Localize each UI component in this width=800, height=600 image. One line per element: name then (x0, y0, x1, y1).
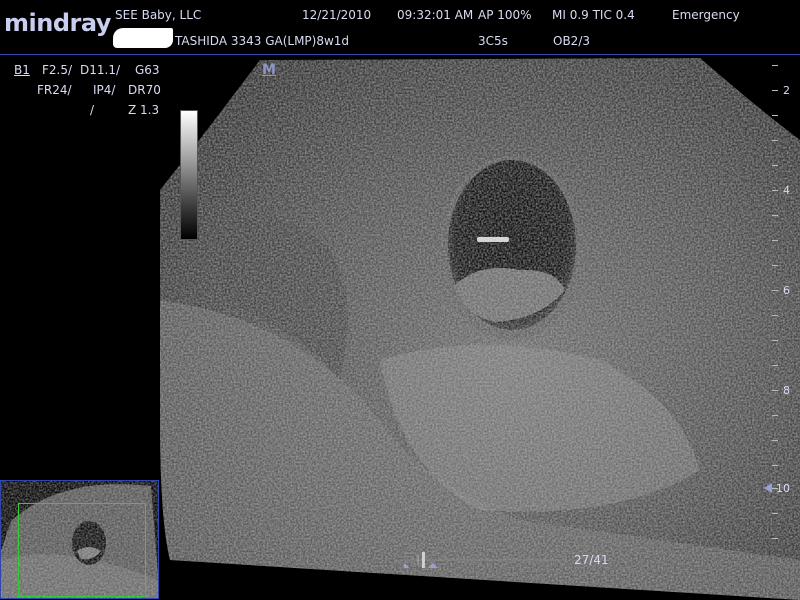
depth-label: 2 (783, 84, 790, 97)
depth-label: 10 (776, 482, 790, 495)
depth-label: 6 (783, 284, 790, 297)
cine-frame-counter: 27/41 (574, 553, 609, 567)
zoom-roi-box[interactable] (18, 503, 146, 597)
focus-marker-icon[interactable] (764, 483, 772, 493)
cine-bar[interactable] (404, 552, 569, 568)
depth-label: 4 (783, 184, 790, 197)
depth-label: 8 (783, 384, 790, 397)
